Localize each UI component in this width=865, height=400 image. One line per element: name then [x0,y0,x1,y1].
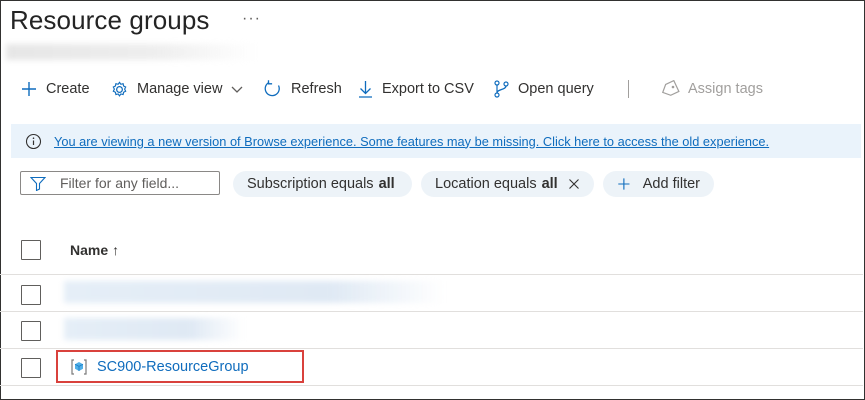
export-csv-button[interactable]: Export to CSV [357,76,474,102]
column-header-name[interactable]: Name ↑ [70,242,119,258]
table-header [0,226,863,275]
manage-view-button[interactable]: Manage view [110,76,244,102]
filter-placeholder: Filter for any field... [60,175,180,191]
add-filter-button[interactable]: Add filter [603,171,714,197]
highlight-box [56,350,304,383]
query-branch-icon [494,80,509,98]
plus-icon [22,82,36,96]
column-name-label: Name [70,242,109,258]
filter-icon [30,176,46,191]
row-checkbox[interactable] [21,321,41,341]
create-label: Create [46,81,90,97]
location-filter-value: all [541,176,558,192]
subscription-filter-value: all [378,176,395,192]
tag-icon [661,80,680,96]
row-checkbox[interactable] [21,358,41,378]
location-filter-pill[interactable]: Location equals all [421,171,594,197]
open-query-label: Open query [518,81,594,97]
plus-icon [618,178,630,190]
gear-icon [112,80,127,97]
subscription-filter-pill[interactable]: Subscription equals all [233,171,412,197]
redacted-row-name [64,281,444,303]
add-filter-label: Add filter [642,176,700,192]
open-query-button[interactable]: Open query [493,76,594,102]
export-csv-label: Export to CSV [382,81,474,97]
redacted-subtitle [6,44,256,60]
refresh-label: Refresh [291,81,342,97]
row-checkbox[interactable] [21,285,41,305]
more-options-button[interactable]: ··· [242,10,261,28]
refresh-button[interactable]: Refresh [263,76,342,102]
assign-tags-label: Assign tags [688,81,763,97]
old-experience-link[interactable]: You are viewing a new version of Browse … [54,134,769,149]
sort-ascending-icon: ↑ [112,242,120,258]
info-banner: You are viewing a new version of Browse … [11,124,861,158]
page-title: Resource groups [10,5,210,35]
download-icon [359,81,372,98]
redacted-row-name [64,318,244,340]
chevron-down-icon [231,86,243,93]
refresh-icon [264,80,280,97]
select-all-checkbox[interactable] [21,240,41,260]
location-filter-label: Location equals [435,176,537,192]
info-icon [25,133,42,149]
create-button[interactable]: Create [20,76,90,102]
manage-view-label: Manage view [137,81,223,97]
toolbar-divider [628,80,629,98]
assign-tags-button[interactable]: Assign tags [660,76,763,102]
subscription-filter-label: Subscription equals [247,176,374,192]
filter-input[interactable]: Filter for any field... [20,171,220,195]
close-icon[interactable] [568,178,580,190]
